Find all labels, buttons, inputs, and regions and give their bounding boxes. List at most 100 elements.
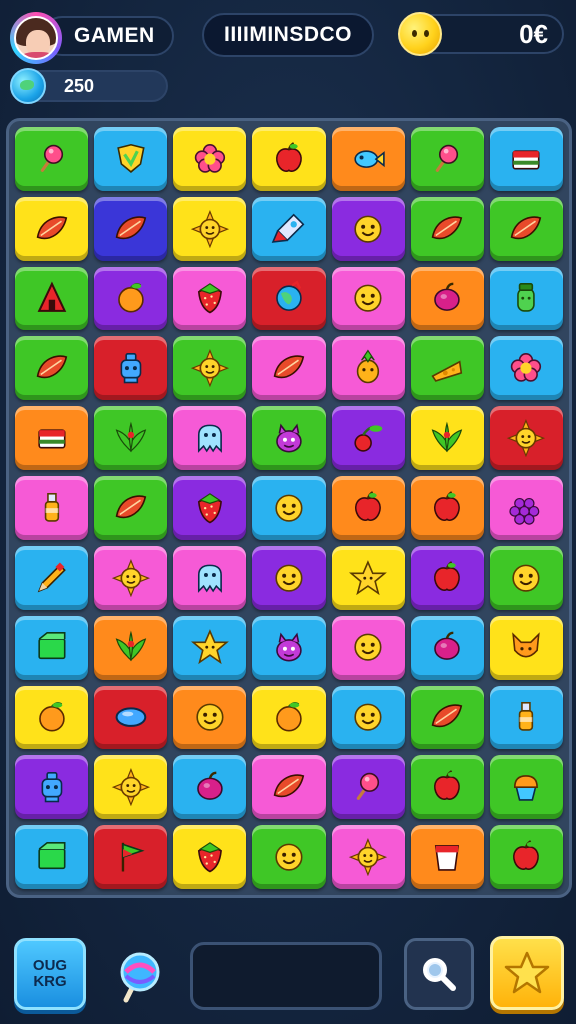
board-tile[interactable]	[252, 336, 326, 401]
board-tile[interactable]	[173, 615, 247, 680]
board-tile[interactable]	[489, 545, 563, 610]
board-tile[interactable]	[173, 406, 247, 471]
board-tile[interactable]	[15, 545, 89, 610]
board-tile[interactable]	[410, 825, 484, 889]
board-tile[interactable]	[410, 685, 484, 750]
board-tile[interactable]	[410, 196, 484, 261]
board-tile[interactable]	[94, 825, 168, 889]
board-tile[interactable]	[331, 685, 405, 750]
board-tile[interactable]	[252, 615, 326, 680]
board-tile[interactable]	[15, 476, 89, 540]
board-tile[interactable]	[94, 545, 168, 610]
board-tile[interactable]	[489, 336, 563, 401]
board-tile[interactable]	[173, 755, 247, 820]
lollipop-booster-icon[interactable]	[112, 950, 160, 1006]
board-tile[interactable]	[15, 615, 89, 680]
leaf-icon	[115, 495, 147, 518]
board-tile[interactable]	[252, 476, 326, 540]
sun-icon	[111, 768, 150, 807]
board-tile[interactable]	[252, 406, 326, 471]
board-tile[interactable]	[94, 127, 168, 191]
board-tile[interactable]	[331, 755, 405, 820]
board-tile[interactable]	[252, 685, 326, 750]
board-tile[interactable]	[94, 615, 168, 680]
board-tile[interactable]	[410, 476, 484, 540]
board-tile[interactable]	[489, 406, 563, 471]
board-tile[interactable]	[331, 127, 405, 191]
board-tile[interactable]	[489, 476, 563, 540]
board-tile[interactable]	[410, 336, 484, 401]
apple-icon	[434, 490, 461, 521]
board-tile[interactable]	[15, 825, 89, 889]
smiley-icon	[275, 843, 303, 871]
strawberry-icon	[197, 842, 222, 873]
board-tile[interactable]	[173, 685, 247, 750]
coin-counter[interactable]: 0€	[398, 12, 564, 56]
board-tile[interactable]	[410, 545, 484, 610]
board-tile[interactable]	[15, 336, 89, 401]
sun-icon	[348, 837, 388, 877]
shield-icon	[117, 143, 145, 173]
board-tile[interactable]	[331, 406, 405, 471]
board-tile[interactable]	[410, 755, 484, 820]
board-tile[interactable]	[15, 266, 89, 331]
cake-icon	[38, 429, 66, 449]
board-tile[interactable]	[489, 825, 563, 889]
board-tile[interactable]	[173, 196, 247, 261]
pencil-icon	[37, 562, 66, 593]
board-tile[interactable]	[489, 615, 563, 680]
board-tile[interactable]	[94, 476, 168, 540]
smiley-icon	[354, 284, 382, 313]
board-tile[interactable]	[15, 685, 89, 750]
board-tile[interactable]	[489, 755, 563, 820]
board-tile[interactable]	[94, 685, 168, 750]
board-tile[interactable]	[489, 196, 563, 261]
board-tile[interactable]	[331, 196, 405, 261]
board-tile[interactable]	[331, 336, 405, 401]
board-tile[interactable]	[489, 266, 563, 331]
search-button[interactable]	[404, 938, 474, 1010]
board-tile[interactable]	[331, 615, 405, 680]
board-tile[interactable]	[252, 266, 326, 331]
board-tile[interactable]	[173, 545, 247, 610]
plum-icon	[197, 771, 223, 801]
board-tile[interactable]	[94, 406, 168, 471]
plum-icon	[434, 282, 461, 312]
board-tile[interactable]	[252, 545, 326, 610]
board-tile[interactable]	[410, 406, 484, 471]
board-tile[interactable]	[173, 336, 247, 401]
board-tile[interactable]	[15, 755, 89, 820]
board-tile[interactable]	[331, 545, 405, 610]
star-button[interactable]	[490, 936, 564, 1010]
sun-icon	[111, 558, 150, 597]
player-avatar[interactable]	[10, 12, 62, 64]
board-tile[interactable]	[94, 266, 168, 331]
board-tile[interactable]	[410, 615, 484, 680]
monster-icon	[276, 632, 302, 662]
play-button[interactable]: OUG KRG	[14, 938, 86, 1010]
board-tile[interactable]	[15, 127, 89, 191]
board-tile[interactable]	[15, 196, 89, 261]
board-tile[interactable]	[252, 755, 326, 820]
board-tile[interactable]	[94, 755, 168, 820]
orange-fruit-icon	[38, 702, 65, 732]
avatar-image	[14, 16, 58, 60]
board-tile[interactable]	[410, 127, 484, 191]
board-tile[interactable]	[489, 685, 563, 750]
board-tile[interactable]	[15, 406, 89, 471]
board-tile[interactable]	[331, 266, 405, 331]
board-tile[interactable]	[331, 825, 405, 889]
player-name: GAMEN	[74, 24, 155, 47]
board-tile[interactable]	[94, 196, 168, 261]
board-tile[interactable]	[173, 476, 247, 540]
board-tile[interactable]	[410, 266, 484, 331]
board-tile[interactable]	[173, 127, 247, 191]
board-tile[interactable]	[252, 127, 326, 191]
board-tile[interactable]	[173, 266, 247, 331]
board-tile[interactable]	[331, 476, 405, 540]
board-tile[interactable]	[252, 196, 326, 261]
board-tile[interactable]	[489, 127, 563, 191]
board-tile[interactable]	[94, 336, 168, 401]
board-tile[interactable]	[173, 825, 247, 889]
board-tile[interactable]	[252, 825, 326, 889]
